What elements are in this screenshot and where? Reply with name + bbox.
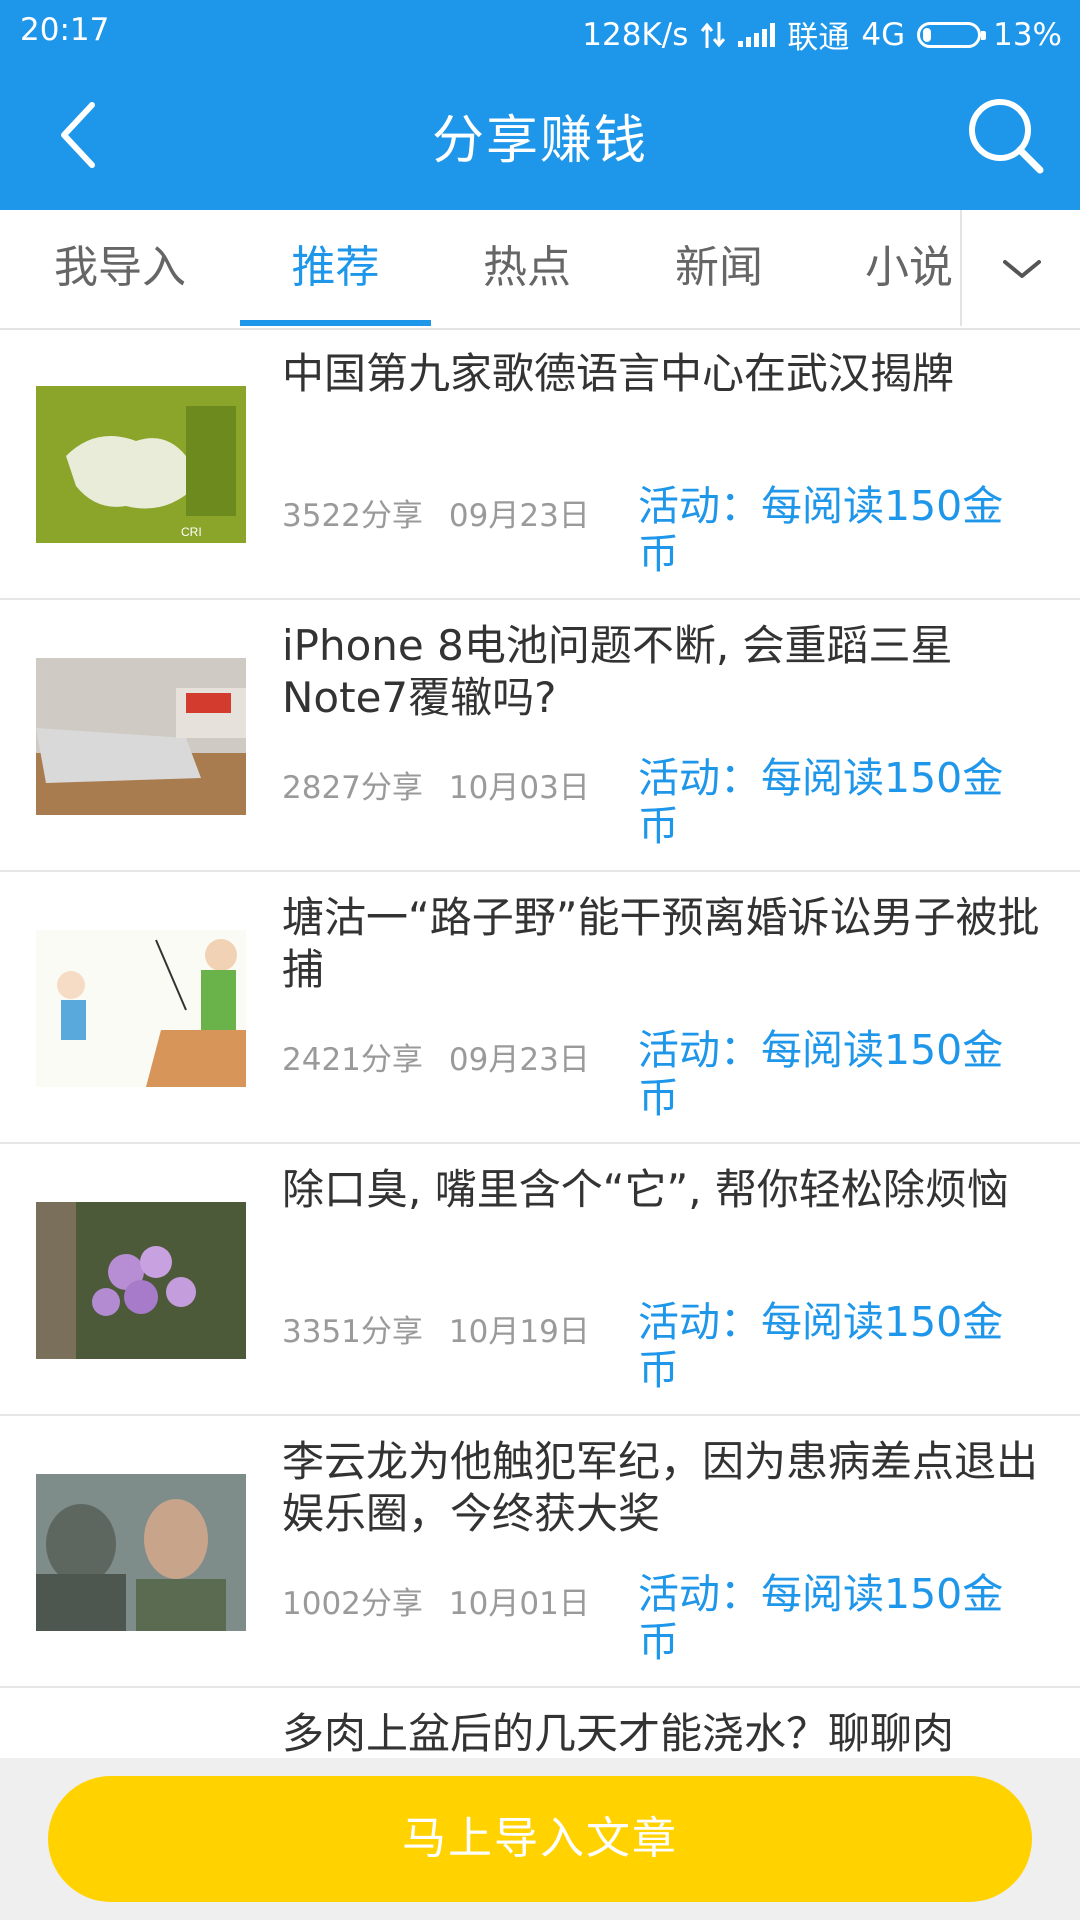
activity-link[interactable]: 活动：每阅读150金币 xyxy=(638,754,1018,850)
signal-icon xyxy=(738,22,776,47)
activity-link[interactable]: 活动：每阅读150金币 xyxy=(638,1298,1018,1394)
article-title: iPhone 8电池问题不断, 会重蹈三星Note7覆辙吗? xyxy=(282,621,953,722)
article-item[interactable]: iPhone 8电池问题不断, 会重蹈三星Note7覆辙吗? 2827分享 10月… xyxy=(0,602,1080,872)
article-meta: 3522分享 09月23日 xyxy=(282,490,590,535)
network-speed: 128K/s xyxy=(582,16,689,53)
page-title: 分享赚钱 xyxy=(431,111,648,171)
article-meta: 1002分享 10月01日 xyxy=(282,1578,590,1623)
article-item[interactable]: CRI 中国第九家歌德语言中心在武汉揭牌 3522分享 09月23日 活动：每阅读… xyxy=(0,330,1080,600)
status-time: 20:17 xyxy=(20,12,110,48)
share-count: 3522分享 xyxy=(282,498,423,534)
article-thumbnail xyxy=(36,658,246,815)
article-thumbnail xyxy=(36,1474,246,1631)
article-date: 10月03日 xyxy=(448,770,590,806)
more-tabs-button[interactable] xyxy=(960,210,1080,326)
article-thumbnail: CRI xyxy=(36,386,246,543)
share-count: 2827分享 xyxy=(282,770,423,806)
category-tabs: 我导入 推荐 热点 新闻 小说 xyxy=(0,210,1080,330)
article-item[interactable]: 除口臭, 嘴里含个“它”, 帮你轻松除烦恼 3351分享 10月19日 活动：每阅… xyxy=(0,1146,1080,1416)
article-date: 10月19日 xyxy=(448,1314,590,1350)
chevron-down-icon xyxy=(1003,260,1041,278)
svg-text:CRI: CRI xyxy=(181,525,202,539)
top-bar: 20:17 128K/s 联通 4G 13% 分享赚钱 xyxy=(0,0,1080,210)
activity-link[interactable]: 活动：每阅读150金币 xyxy=(638,1026,1018,1122)
article-item[interactable]: 多肉上盆后的几天才能浇水？聊聊肉 xyxy=(0,1690,1080,1760)
article-thumbnail xyxy=(36,930,246,1087)
activity-link[interactable]: 活动：每阅读150金币 xyxy=(638,482,1018,578)
bottom-bar: 马上导入文章 xyxy=(0,1758,1080,1920)
share-count: 2421分享 xyxy=(282,1042,423,1078)
article-meta: 2827分享 10月03日 xyxy=(282,762,590,807)
article-title: 李云龙为他触犯军纪，因为患病差点退出娱乐圈，今终获大奖 xyxy=(282,1437,1039,1538)
activity-link[interactable]: 活动：每阅读150金币 xyxy=(638,1570,1018,1666)
article-list: CRI 中国第九家歌德语言中心在武汉揭牌 3522分享 09月23日 活动：每阅读… xyxy=(0,330,1080,1760)
article-title: 塘沽一“路子野”能干预离婚诉讼男子被批捕 xyxy=(282,893,1040,994)
article-thumbnail xyxy=(36,1202,246,1359)
article-item[interactable]: 塘沽一“路子野”能干预离婚诉讼男子被批捕 2421分享 09月23日 活动：每阅读… xyxy=(0,874,1080,1144)
article-date: 09月23日 xyxy=(448,1042,590,1078)
share-count: 3351分享 xyxy=(282,1314,423,1350)
article-item[interactable]: 李云龙为他触犯军纪，因为患病差点退出娱乐圈，今终获大奖 1002分享 10月01日… xyxy=(0,1418,1080,1688)
battery-percent: 13% xyxy=(993,16,1062,53)
article-title: 中国第九家歌德语言中心在武汉揭牌 xyxy=(282,349,955,398)
import-article-button[interactable]: 马上导入文章 xyxy=(48,1776,1032,1902)
article-title: 多肉上盆后的几天才能浇水？聊聊肉 xyxy=(282,1709,955,1758)
tab-recommend[interactable]: 推荐 xyxy=(240,210,431,326)
data-transfer-icon xyxy=(700,20,726,50)
tab-news[interactable]: 新闻 xyxy=(622,210,816,326)
share-count: 1002分享 xyxy=(282,1586,423,1622)
tab-import[interactable]: 我导入 xyxy=(20,210,220,326)
article-date: 09月23日 xyxy=(448,498,590,534)
search-button[interactable] xyxy=(960,90,1050,180)
carrier-name: 联通 xyxy=(787,20,850,56)
article-meta: 3351分享 10月19日 xyxy=(282,1306,590,1351)
network-type: 4G xyxy=(861,16,906,53)
article-meta: 2421分享 09月23日 xyxy=(282,1034,590,1079)
status-bar: 20:17 128K/s 联通 4G 13% xyxy=(0,0,1080,60)
article-date: 10月01日 xyxy=(448,1586,590,1622)
active-tab-indicator xyxy=(240,320,431,326)
search-icon xyxy=(969,99,1044,174)
battery-icon xyxy=(917,21,987,48)
tab-hot[interactable]: 热点 xyxy=(430,210,624,326)
status-right: 128K/s 联通 4G 13% xyxy=(582,12,1062,57)
app-bar: 分享赚钱 xyxy=(0,60,1080,210)
article-title: 除口臭, 嘴里含个“它”, 帮你轻松除烦恼 xyxy=(282,1165,1009,1214)
